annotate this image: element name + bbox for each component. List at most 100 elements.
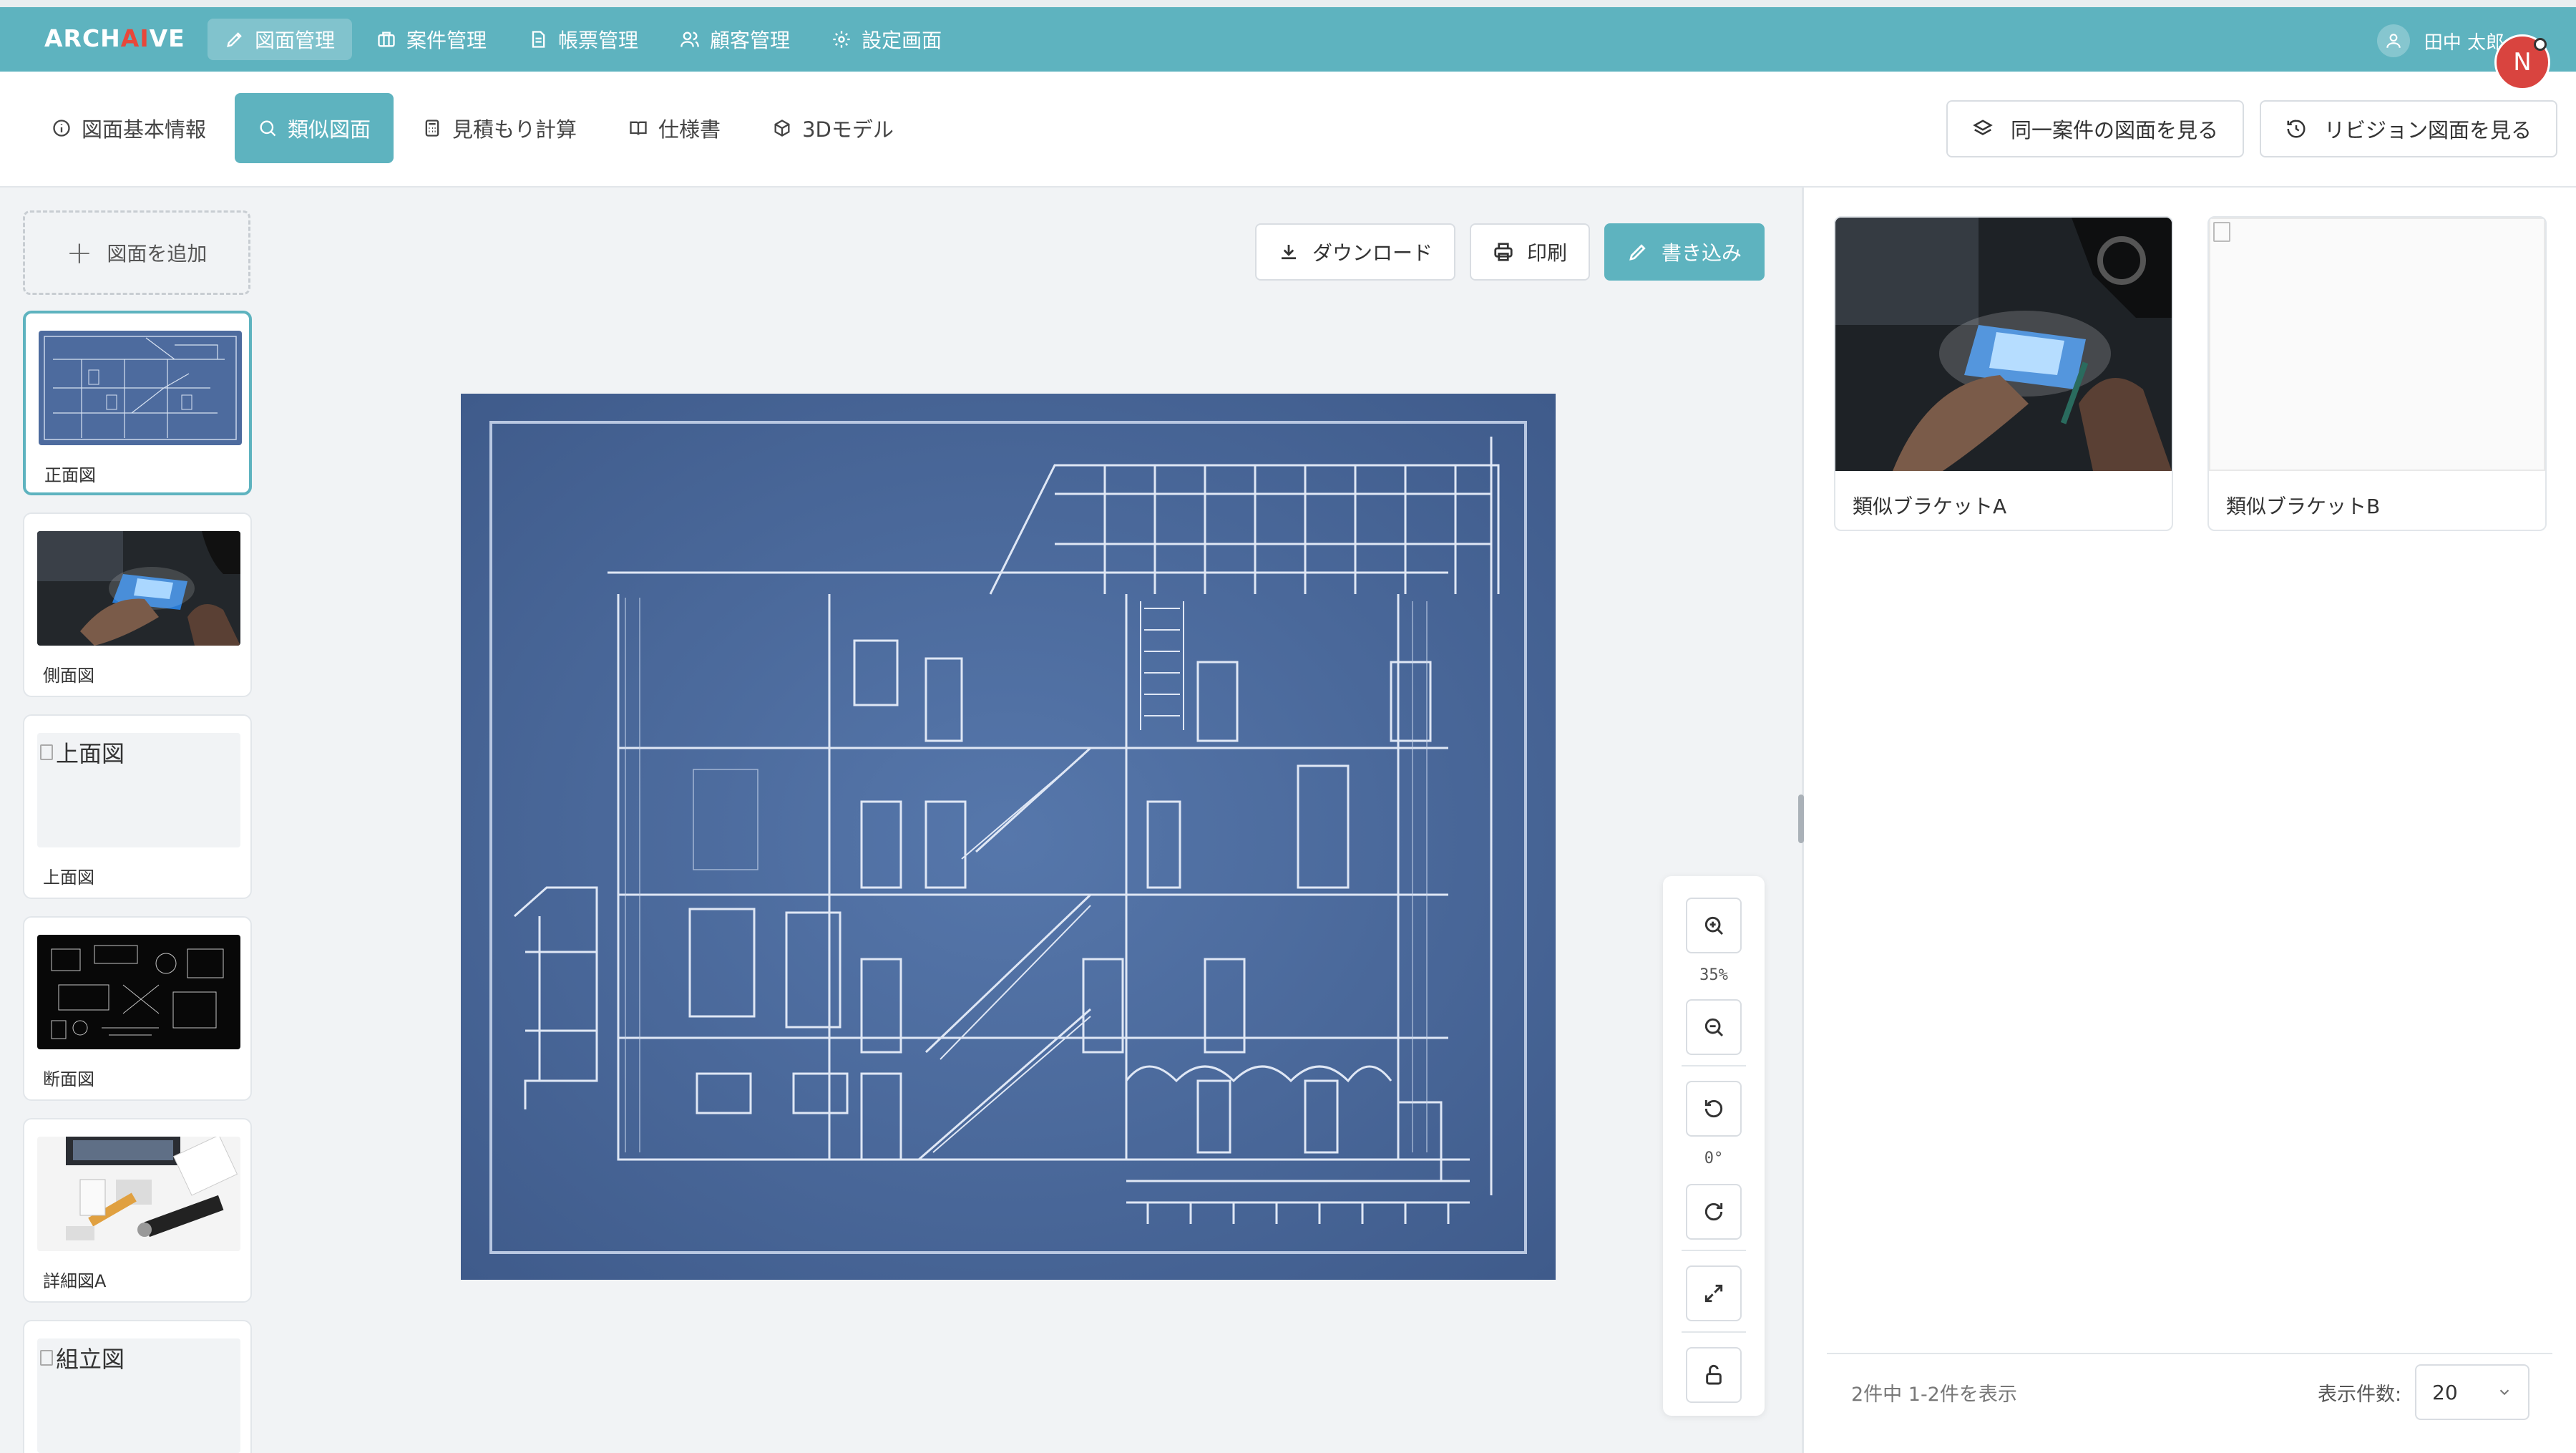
drawing-thumb-assembly[interactable]: 組立図 [23, 1320, 252, 1453]
same-project-drawings-button[interactable]: 同一案件の図面を見る [1946, 100, 2245, 157]
rotate-right-icon [1704, 1202, 1723, 1221]
write-annotation-button[interactable]: 書き込み [1604, 223, 1765, 281]
revision-drawings-button[interactable]: リビジョン図面を見る [2260, 100, 2558, 157]
desk-photo-thumbnail [37, 1137, 240, 1251]
broken-image [2209, 218, 2545, 471]
nav-item-projects[interactable]: 案件管理 [359, 19, 504, 60]
zoom-out-icon [1704, 1018, 1724, 1037]
nav-item-label: 顧客管理 [710, 29, 791, 52]
drawing-label: 上面図 [43, 868, 94, 888]
drawing-thumb-front[interactable]: 正面図 [23, 311, 252, 495]
pagination-divider [1827, 1353, 2552, 1354]
expand-icon [1704, 1284, 1723, 1303]
similar-item-label: 類似ブラケットA [1853, 495, 2007, 518]
drawing-thumb-top[interactable]: 上面図 上面図 [23, 714, 252, 899]
tab-basic-info[interactable]: 図面基本情報 [29, 93, 229, 163]
broken-image-icon: 上面図 [40, 736, 125, 769]
blueprint-thumbnail [39, 331, 242, 445]
users-icon [680, 31, 699, 47]
download-icon [1282, 245, 1296, 260]
unlock-icon [1706, 1364, 1722, 1385]
zoom-level: 35% [1699, 966, 1728, 984]
fullscreen-button[interactable] [1686, 1265, 1742, 1321]
rotate-right-button[interactable] [1686, 1184, 1742, 1240]
broken-image: 上面図 [37, 733, 240, 847]
viewer-controls: 35% 0° [1663, 876, 1765, 1416]
user-menu[interactable]: 田中 太郎 [2376, 24, 2504, 57]
similar-item-card[interactable]: 類似ブラケットA [1834, 216, 2173, 531]
chevron-down-icon [2499, 1389, 2509, 1396]
main-nav: 図面管理 案件管理 帳票管理 顧客管理 設定画面 [208, 19, 959, 60]
search-icon [260, 120, 276, 137]
result-count: 2件中 1-2件を表示 [1851, 1384, 2017, 1406]
document-icon [532, 31, 545, 48]
nav-item-label: 図面管理 [255, 29, 336, 52]
tab-estimate[interactable]: 見積もり計算 [399, 93, 600, 163]
drawing-label: 断面図 [43, 1069, 94, 1089]
history-icon [2287, 120, 2306, 138]
broken-image-icon [2213, 222, 2230, 242]
divider [1682, 1065, 1746, 1066]
page-size-label: 表示件数: [2318, 1384, 2402, 1406]
layers-icon [1973, 120, 1993, 135]
broken-image-icon: 組立図 [40, 1341, 125, 1374]
nav-item-drawings[interactable]: 図面管理 [208, 19, 353, 60]
similar-drawings-panel: 類似ブラケットA 類似ブラケットB 2件中 1-2件を表示 表示件数: 20 [1804, 188, 2576, 1453]
pencil-icon [1629, 244, 1646, 261]
print-button[interactable]: 印刷 [1470, 223, 1591, 281]
zoom-in-button[interactable] [1686, 898, 1742, 953]
drawing-thumb-detail-a[interactable]: 詳細図A [23, 1118, 252, 1303]
broken-image: 組立図 [37, 1338, 240, 1453]
drawing-tabs: 図面基本情報 類似図面 見積もり計算 仕様書 3Dモデル [29, 93, 917, 163]
nav-item-forms[interactable]: 帳票管理 [511, 19, 655, 60]
page-size-select[interactable]: 20 [2415, 1364, 2529, 1420]
similar-item-label: 類似ブラケットB [2226, 495, 2381, 518]
rotate-left-button[interactable] [1686, 1081, 1742, 1137]
drawing-list-sidebar: + 図面を追加 正面図 側面図 上面図 上面図 断面図 詳細図A 組立図 [0, 188, 259, 1453]
nav-item-settings[interactable]: 設定画面 [814, 19, 959, 60]
similar-item-image [1835, 218, 2172, 471]
plus-icon: + [66, 234, 93, 271]
resize-handle[interactable] [1798, 794, 1804, 843]
divider [1682, 1331, 1746, 1333]
dark-drawing-thumbnail [37, 935, 240, 1049]
info-icon [53, 120, 70, 137]
avatar[interactable]: N [2494, 34, 2550, 90]
drawing-label: 側面図 [43, 666, 94, 686]
similar-item-card[interactable]: 類似ブラケットB [2207, 216, 2547, 531]
drawing-viewer: ダウンロード 印刷 書き込み 35% 0° [259, 188, 1803, 1453]
lock-button[interactable] [1686, 1347, 1742, 1403]
drawing-label: 正面図 [44, 465, 96, 485]
gear-icon [833, 31, 850, 48]
rotate-left-icon [1704, 1099, 1723, 1118]
tab-similar-drawings[interactable]: 類似図面 [235, 93, 394, 163]
drawing-canvas[interactable] [461, 394, 1556, 1280]
book-icon [630, 121, 647, 135]
nav-item-customers[interactable]: 顧客管理 [663, 19, 807, 60]
printer-icon [1494, 243, 1513, 261]
pen-ruler-icon [227, 32, 242, 47]
nav-item-label: 案件管理 [406, 29, 487, 52]
cube-icon [774, 120, 790, 137]
app-root: ARCHAIVE 図面管理 案件管理 帳票管理 顧客管理 設定画面 田中 太郎 … [0, 0, 2576, 1453]
tab-3d-model[interactable]: 3Dモデル [749, 93, 917, 163]
calculator-icon [425, 120, 439, 137]
divider [1682, 1250, 1746, 1251]
drawing-thumb-side[interactable]: 側面図 [23, 512, 252, 697]
drawing-label: 詳細図A [43, 1271, 107, 1291]
nav-item-label: 設定画面 [862, 29, 942, 52]
tab-spec[interactable]: 仕様書 [605, 93, 743, 163]
user-icon [2376, 24, 2410, 57]
nav-item-label: 帳票管理 [558, 29, 639, 52]
photo-thumbnail [37, 531, 240, 646]
zoom-out-button[interactable] [1686, 999, 1742, 1055]
drawing-thumb-section[interactable]: 断面図 [23, 916, 252, 1101]
add-drawing-button[interactable]: + 図面を追加 [23, 210, 250, 295]
rotation-angle: 0° [1704, 1150, 1724, 1167]
app-logo[interactable]: ARCHAIVE [44, 24, 185, 52]
status-dot [2534, 38, 2547, 51]
zoom-in-icon [1704, 916, 1724, 936]
download-button[interactable]: ダウンロード [1255, 223, 1456, 281]
drawing-tabs-bar: 図面基本情報 類似図面 見積もり計算 仕様書 3Dモデル 同一案件の図面を見る [0, 72, 2576, 188]
blueprint-image [461, 394, 1556, 1280]
